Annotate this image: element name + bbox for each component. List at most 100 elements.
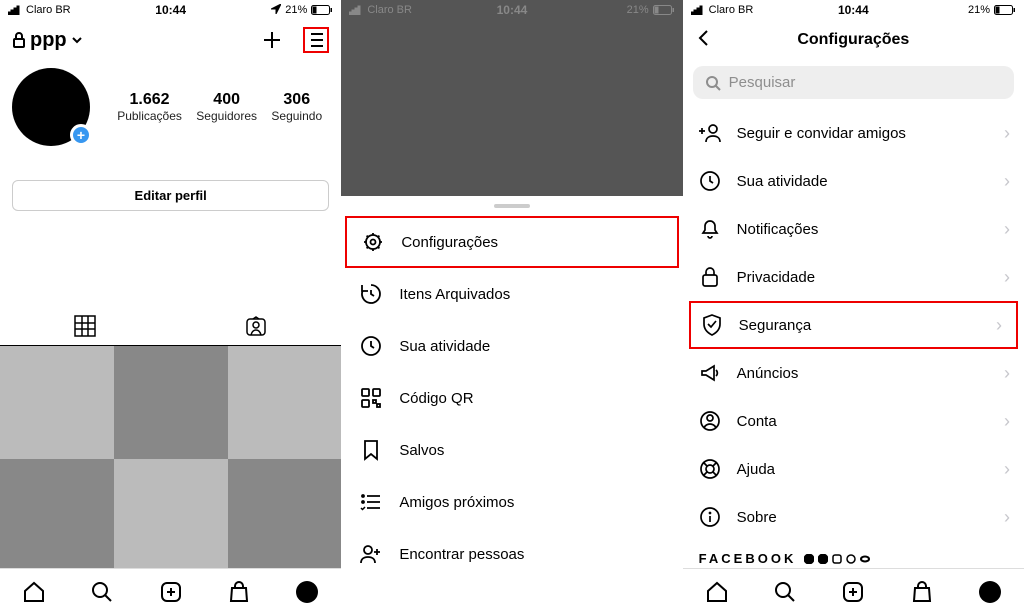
menu-label: Encontrar pessoas — [399, 546, 524, 563]
setting-invite[interactable]: Seguir e convidar amigos › — [683, 109, 1024, 157]
add-story-icon[interactable]: + — [70, 124, 92, 146]
nav-shop[interactable] — [909, 579, 935, 605]
chevron-right-icon: › — [1004, 411, 1010, 432]
battery-pct: 21% — [285, 4, 307, 16]
back-button[interactable] — [695, 29, 713, 52]
menu-label: Código QR — [399, 390, 473, 407]
username-switcher[interactable]: ppp — [12, 29, 83, 52]
hamburger-icon — [309, 31, 323, 49]
chevron-right-icon: › — [1004, 459, 1010, 480]
search-icon — [90, 580, 114, 604]
menu-label: Sua atividade — [399, 338, 490, 355]
clock-icon — [359, 334, 383, 358]
pane-profile: Claro BR 10:44 21% ppp + — [0, 0, 341, 614]
battery-pct: 21% — [627, 4, 649, 16]
setting-label: Sua atividade — [737, 173, 828, 190]
menu-item-activity[interactable]: Sua atividade — [341, 320, 682, 372]
menu-label: Salvos — [399, 442, 444, 459]
chevron-right-icon: › — [1004, 219, 1010, 240]
post-thumb[interactable] — [0, 459, 114, 572]
lock-icon — [699, 266, 721, 288]
post-thumb[interactable] — [228, 459, 342, 572]
profile-tabs — [0, 307, 341, 346]
nav-home[interactable] — [21, 579, 47, 605]
chevron-right-icon: › — [1004, 123, 1010, 144]
setting-about[interactable]: Sobre › — [683, 493, 1024, 541]
carrier-label: Claro BR — [709, 4, 754, 16]
page-title: Configurações — [797, 31, 909, 49]
setting-ads[interactable]: Anúncios › — [683, 349, 1024, 397]
bag-icon — [910, 580, 934, 604]
menu-item-close-friends[interactable]: Amigos próximos — [341, 476, 682, 528]
nav-create[interactable] — [840, 579, 866, 605]
battery-icon — [994, 5, 1016, 16]
search-icon — [773, 580, 797, 604]
facebook-label: FACEBOOK — [699, 551, 797, 566]
setting-account[interactable]: Conta › — [683, 397, 1024, 445]
carrier-label: Claro BR — [367, 4, 412, 16]
nav-search[interactable] — [772, 579, 798, 605]
tab-tagged[interactable] — [171, 307, 342, 345]
stat-following[interactable]: 306 Seguindo — [271, 91, 322, 123]
settings-header: Configurações — [683, 20, 1024, 60]
post-thumb[interactable] — [114, 459, 228, 572]
chevron-down-icon — [71, 34, 83, 46]
post-thumb[interactable] — [0, 346, 114, 459]
lifebuoy-icon — [699, 458, 721, 480]
nav-create[interactable] — [158, 579, 184, 605]
menu-label: Itens Arquivados — [399, 286, 510, 303]
facebook-app-icons — [804, 554, 870, 564]
chevron-right-icon: › — [1004, 507, 1010, 528]
plus-square-icon — [841, 580, 865, 604]
sheet-handle[interactable] — [494, 204, 530, 208]
setting-label: Privacidade — [737, 269, 815, 286]
tab-grid[interactable] — [0, 307, 171, 345]
menu-item-settings[interactable]: Configurações — [345, 216, 678, 268]
post-thumb[interactable] — [228, 346, 342, 459]
qr-icon — [359, 386, 383, 410]
nav-search[interactable] — [89, 579, 115, 605]
edit-profile-button[interactable]: Editar perfil — [12, 180, 329, 211]
status-time: 10:44 — [155, 3, 186, 17]
setting-notifications[interactable]: Notificações › — [683, 205, 1024, 253]
post-thumb[interactable] — [114, 346, 228, 459]
username-label: ppp — [30, 29, 67, 52]
menu-item-archive[interactable]: Itens Arquivados — [341, 268, 682, 320]
nav-profile[interactable] — [294, 579, 320, 605]
home-icon — [705, 580, 729, 604]
pane-settings: Claro BR 10:44 21% Configurações Pesquis… — [683, 0, 1024, 614]
instagram-icon — [832, 554, 842, 564]
nav-home[interactable] — [704, 579, 730, 605]
search-input[interactable]: Pesquisar — [693, 66, 1014, 99]
status-bar: Claro BR 10:44 21% — [0, 0, 341, 20]
setting-label: Seguir e convidar amigos — [737, 125, 906, 142]
menu-label: Configurações — [401, 234, 498, 251]
person-circle-icon — [699, 410, 721, 432]
menu-item-discover[interactable]: Encontrar pessoas — [341, 528, 682, 580]
add-friend-icon — [699, 122, 721, 144]
menu-item-saved[interactable]: Salvos — [341, 424, 682, 476]
chevron-left-icon — [695, 29, 713, 47]
bag-icon — [227, 580, 251, 604]
carrier-label: Claro BR — [26, 4, 71, 16]
bookmark-icon — [359, 438, 383, 462]
setting-privacy[interactable]: Privacidade › — [683, 253, 1024, 301]
avatar[interactable]: + — [12, 68, 90, 146]
setting-help[interactable]: Ajuda › — [683, 445, 1024, 493]
chevron-right-icon: › — [1004, 171, 1010, 192]
nav-shop[interactable] — [226, 579, 252, 605]
chevron-right-icon: › — [996, 315, 1002, 336]
setting-security[interactable]: Segurança › — [689, 301, 1018, 349]
stat-posts[interactable]: 1.662 Publicações — [117, 91, 182, 123]
add-friend-icon — [359, 542, 383, 566]
menu-button[interactable] — [303, 27, 329, 53]
search-icon — [705, 75, 721, 91]
setting-label: Conta — [737, 413, 777, 430]
create-button[interactable] — [259, 27, 285, 53]
menu-item-qr[interactable]: Código QR — [341, 372, 682, 424]
setting-activity[interactable]: Sua atividade › — [683, 157, 1024, 205]
stat-followers[interactable]: 400 Seguidores — [196, 91, 257, 123]
menu-sheet: Configurações Itens Arquivados Sua ativi… — [341, 196, 682, 614]
chevron-right-icon: › — [1004, 267, 1010, 288]
nav-profile[interactable] — [977, 579, 1003, 605]
